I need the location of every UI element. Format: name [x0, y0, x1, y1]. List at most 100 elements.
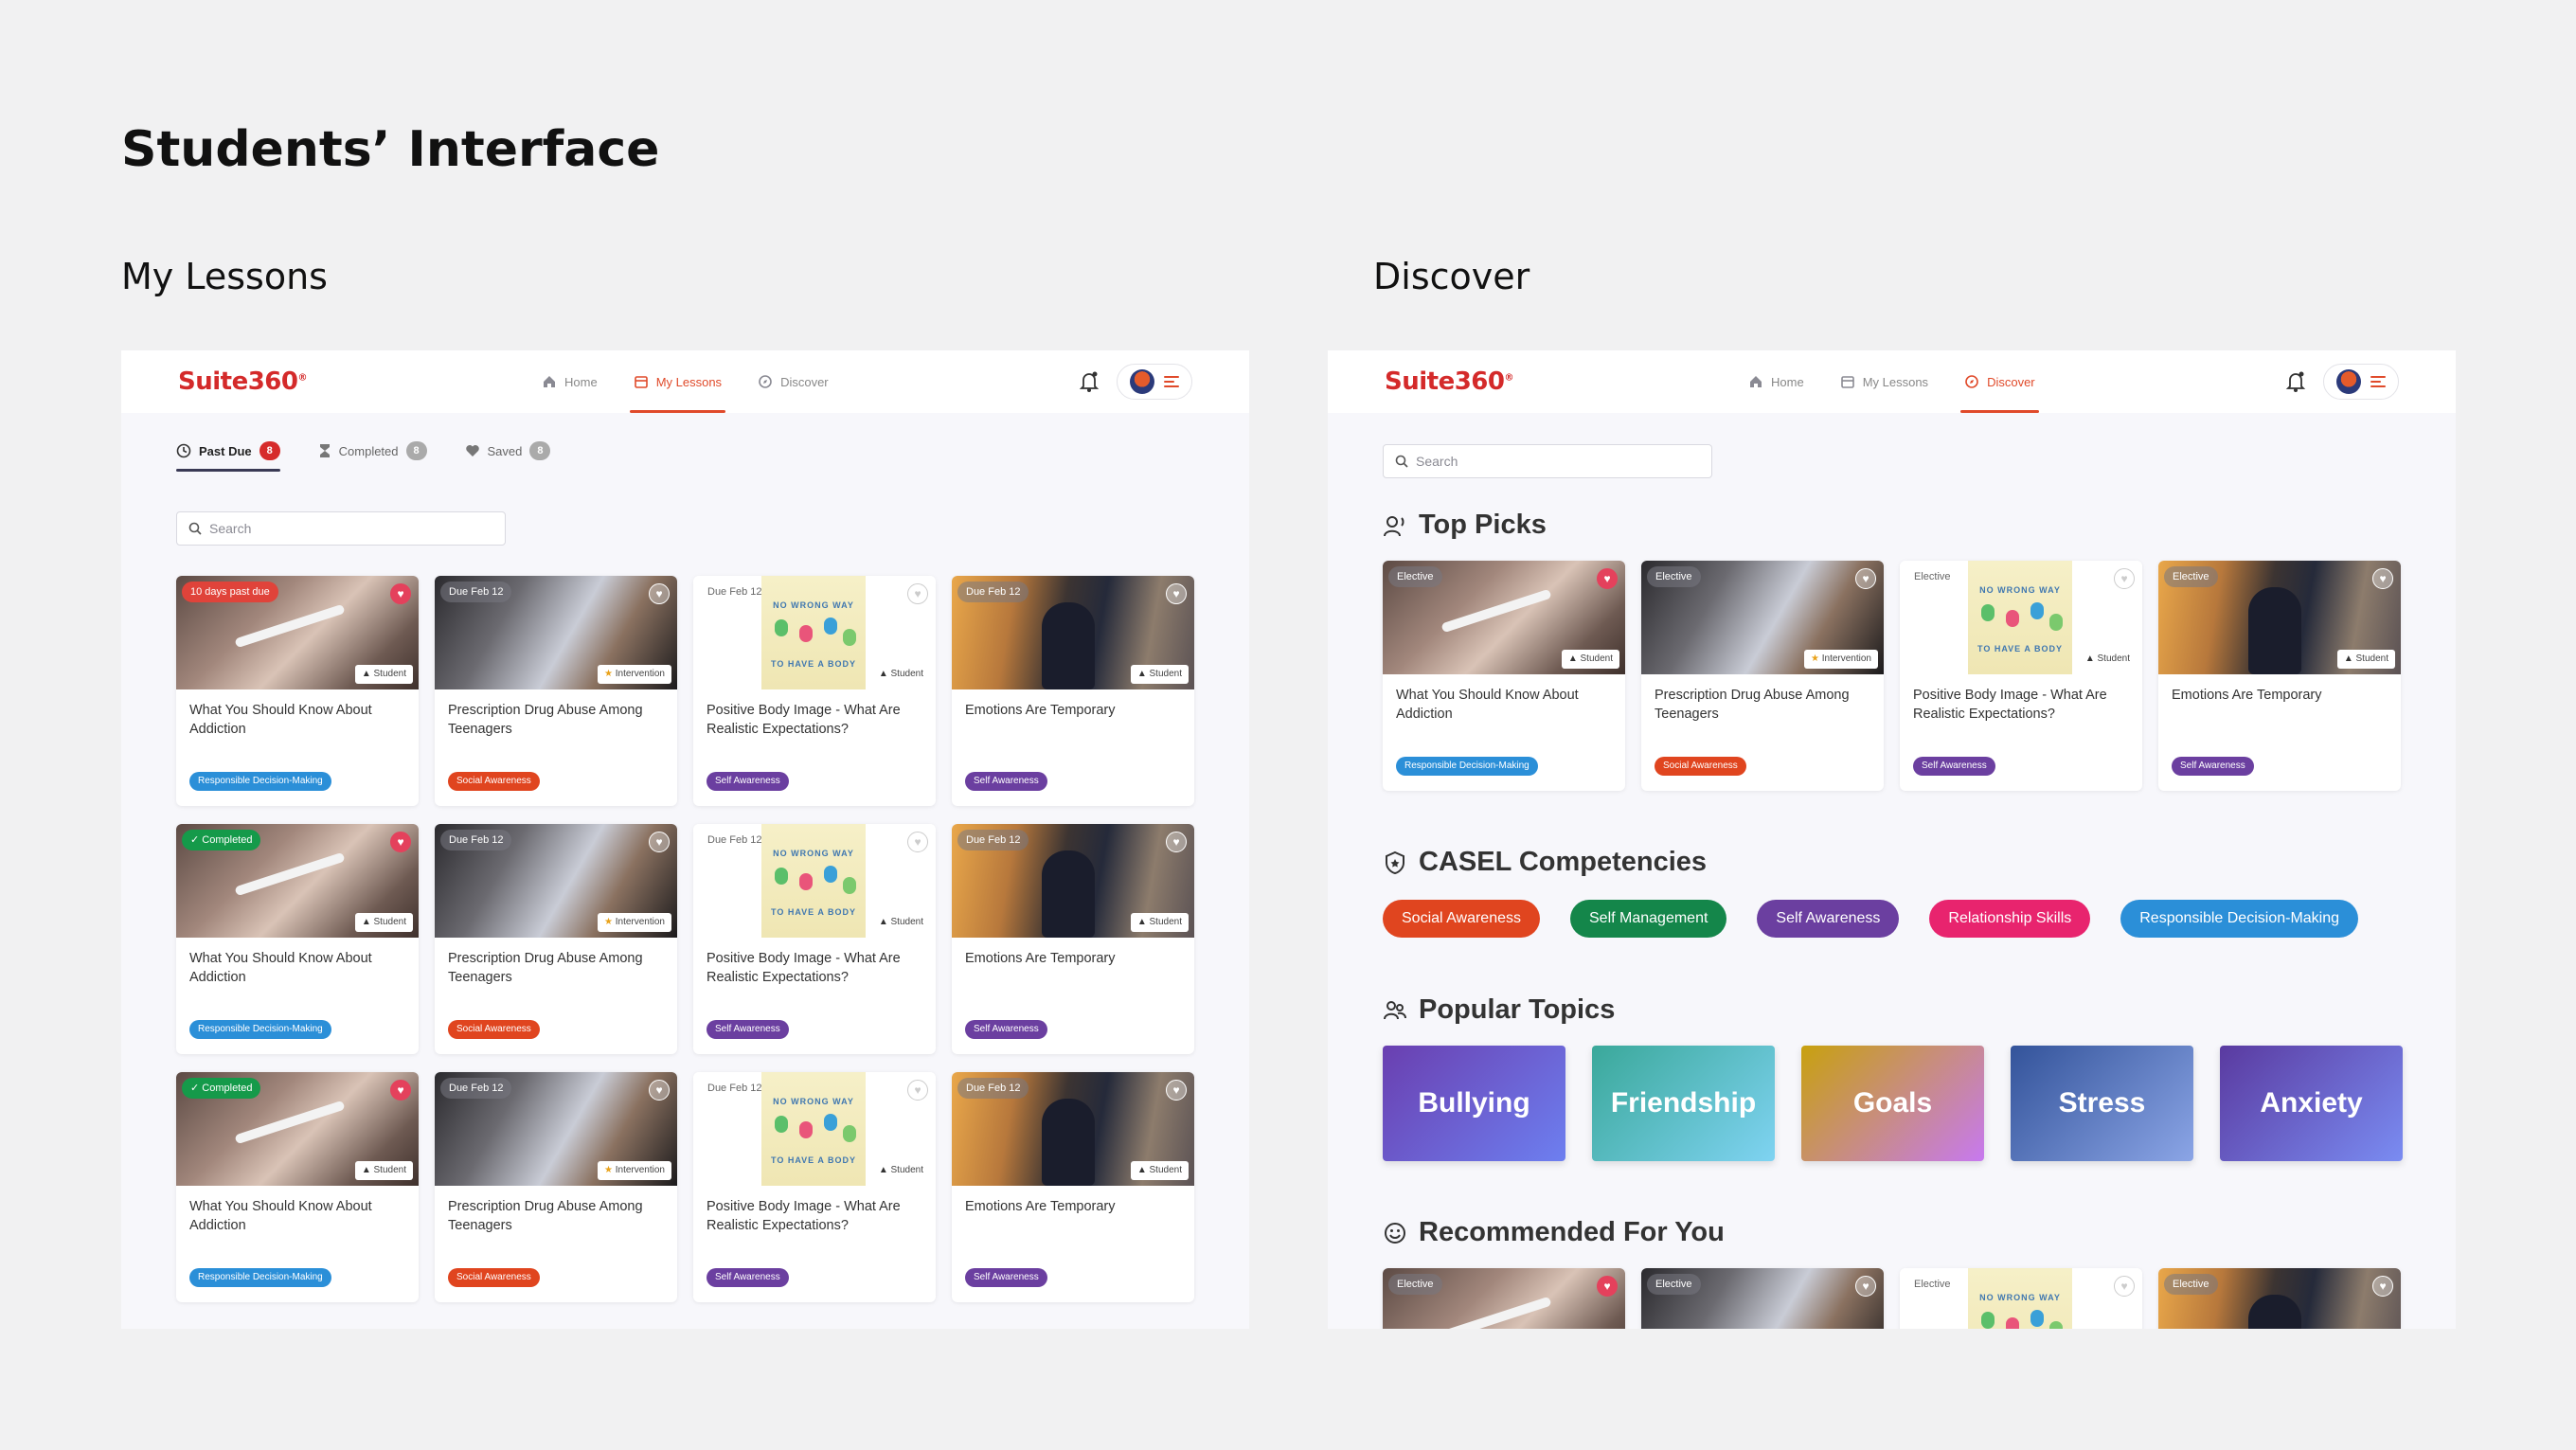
competency-button[interactable]: Responsible Decision-Making	[2120, 900, 2359, 938]
lesson-card[interactable]: Elective ♥	[1383, 1268, 1625, 1329]
favorite-heart-icon[interactable]: ♥	[1855, 1276, 1876, 1297]
lesson-card[interactable]: NO WRONG WAY TO HAVE A BODY Due Feb 12 ♥ ▲ S…	[693, 576, 936, 806]
lesson-card[interactable]: Elective ♥ ▲ Student Emotions Are Temporary…	[2158, 561, 2401, 791]
lesson-title[interactable]: Emotions Are Temporary	[965, 701, 1183, 720]
favorite-heart-icon[interactable]: ♥	[2114, 568, 2135, 589]
topic-tile[interactable]: Stress	[2011, 1046, 2193, 1161]
lesson-title[interactable]: What You Should Know About Addiction	[189, 701, 407, 739]
lesson-title[interactable]: Prescription Drug Abuse Among Teenagers	[1655, 686, 1872, 724]
lesson-type-chip: ★ Intervention	[597, 913, 671, 932]
nav-my-lessons[interactable]: My Lessons	[629, 350, 726, 413]
favorite-heart-icon[interactable]: ♥	[649, 1080, 670, 1101]
lesson-card[interactable]: NO WRONG WAY TO HAVE A BODY Elective ♥ ▲ Stu…	[1900, 561, 2142, 791]
lesson-title[interactable]: Emotions Are Temporary	[2172, 686, 2389, 705]
topic-tile[interactable]: Anxiety	[2220, 1046, 2403, 1161]
lesson-card[interactable]: Elective ♥	[1641, 1268, 1884, 1329]
logo[interactable]: Suite360®	[1385, 367, 1513, 396]
lesson-type-chip: ▲ Student	[2336, 650, 2395, 669]
lesson-title[interactable]: Prescription Drug Abuse Among Teenagers	[448, 1197, 666, 1235]
person-voice-icon	[1384, 515, 1404, 536]
favorite-heart-icon[interactable]: ♥	[1166, 832, 1187, 852]
profile-menu[interactable]	[1117, 364, 1192, 400]
search-input[interactable]: Search	[1383, 444, 1712, 478]
lesson-title[interactable]: Emotions Are Temporary	[965, 1197, 1183, 1216]
lesson-title[interactable]: Prescription Drug Abuse Among Teenagers	[448, 949, 666, 987]
lesson-title[interactable]: What You Should Know About Addiction	[1396, 686, 1614, 724]
lesson-card[interactable]: 10 days past due ♥ ▲ Student What You Shoul…	[176, 576, 419, 806]
favorite-heart-icon[interactable]: ♥	[1597, 1276, 1618, 1297]
bell-icon[interactable]	[2285, 370, 2306, 393]
lesson-title[interactable]: What You Should Know About Addiction	[189, 1197, 407, 1235]
competency-button[interactable]: Social Awareness	[1383, 900, 1540, 938]
competency-button[interactable]: Self Awareness	[1757, 900, 1900, 938]
lesson-title[interactable]: Positive Body Image - What Are Realistic…	[707, 949, 924, 987]
favorite-heart-icon[interactable]: ♥	[2114, 1276, 2135, 1297]
lesson-card[interactable]: ✓ Completed ♥ ▲ Student What You Should Kno…	[176, 1072, 419, 1302]
favorite-heart-icon[interactable]: ♥	[390, 1080, 411, 1101]
lesson-card[interactable]: NO WRONG WAY TO HAVE A BODY Due Feb 12 ♥ ▲ S…	[693, 1072, 936, 1302]
search-input[interactable]: Search	[176, 511, 506, 546]
competency-chip: Responsible Decision-Making	[189, 1268, 331, 1287]
profile-menu[interactable]	[2323, 364, 2399, 400]
competency-button[interactable]: Relationship Skills	[1929, 900, 2091, 938]
lesson-title[interactable]: Emotions Are Temporary	[965, 949, 1183, 968]
favorite-heart-icon[interactable]: ♥	[1855, 568, 1876, 589]
lesson-title[interactable]: What You Should Know About Addiction	[189, 949, 407, 987]
lesson-card[interactable]: NO WRONG WAYTO HAVE A BODY Elective ♥	[1900, 1268, 2142, 1329]
star-icon: ★	[603, 1165, 616, 1175]
lesson-card[interactable]: ✓ Completed ♥ ▲ Student What You Should Kno…	[176, 824, 419, 1054]
tab-completed[interactable]: Completed 8	[318, 441, 427, 472]
lesson-card[interactable]: Due Feb 12 ♥ ★ Intervention Prescription Dr…	[435, 576, 677, 806]
favorite-heart-icon[interactable]: ♥	[1597, 568, 1618, 589]
recommended-grid: Elective♥ Elective♥ NO WRONG WAYTO HAVE A …	[1383, 1268, 2401, 1329]
lesson-thumbnail: NO WRONG WAY TO HAVE A BODY Due Feb 12 ♥ ▲ S…	[693, 1072, 936, 1186]
lesson-card[interactable]: Due Feb 12 ♥ ▲ Student Emotions Are Tempora…	[952, 576, 1194, 806]
poster-text-top: NO WRONG WAY	[773, 1097, 854, 1106]
favorite-heart-icon[interactable]: ♥	[649, 583, 670, 604]
lesson-card[interactable]: NO WRONG WAY TO HAVE A BODY Due Feb 12 ♥ ▲ S…	[693, 824, 936, 1054]
lesson-title[interactable]: Positive Body Image - What Are Realistic…	[1913, 686, 2131, 724]
topic-tile[interactable]: Bullying	[1383, 1046, 1565, 1161]
lesson-title[interactable]: Positive Body Image - What Are Realistic…	[707, 1197, 924, 1235]
favorite-heart-icon[interactable]: ♥	[2372, 568, 2393, 589]
home-icon	[1750, 376, 1762, 387]
bell-icon[interactable]	[1079, 370, 1100, 393]
competency-chip: Self Awareness	[965, 1268, 1047, 1287]
favorite-heart-icon[interactable]: ♥	[907, 832, 928, 852]
favorite-heart-icon[interactable]: ♥	[390, 583, 411, 604]
topic-tile[interactable]: Goals	[1801, 1046, 1984, 1161]
lesson-card[interactable]: Due Feb 12 ♥ ★ Intervention Prescription Dr…	[435, 824, 677, 1054]
nav-home[interactable]: Home	[538, 350, 601, 413]
topic-tiles: Bullying Friendship Goals Stress Anxiety	[1383, 1046, 2403, 1161]
nav-my-lessons[interactable]: My Lessons	[1836, 350, 1932, 413]
favorite-heart-icon[interactable]: ♥	[2372, 1276, 2393, 1297]
nav-my-lessons-label: My Lessons	[655, 374, 723, 389]
lesson-card[interactable]: Due Feb 12 ♥ ★ Intervention Prescription Dr…	[435, 1072, 677, 1302]
lesson-card[interactable]: Elective ♥ ▲ Student What You Should Know A…	[1383, 561, 1625, 791]
saved-count-badge: 8	[529, 441, 551, 460]
nav-home-label: Home	[564, 374, 598, 389]
favorite-heart-icon[interactable]: ♥	[907, 1080, 928, 1101]
logo[interactable]: Suite360®	[178, 367, 307, 396]
compass-icon	[759, 375, 772, 388]
status-tag: Due Feb 12	[440, 582, 512, 602]
nav-home[interactable]: Home	[1744, 350, 1808, 413]
tab-saved[interactable]: Saved 8	[465, 441, 551, 472]
lesson-card[interactable]: Due Feb 12 ♥ ▲ Student Emotions Are Tempora…	[952, 824, 1194, 1054]
lesson-card[interactable]: Elective ♥ ★ Intervention Prescription Drug…	[1641, 561, 1884, 791]
lesson-card[interactable]: Elective ♥	[2158, 1268, 2401, 1329]
status-tag: Due Feb 12	[957, 582, 1029, 602]
favorite-heart-icon[interactable]: ♥	[1166, 583, 1187, 604]
lesson-card[interactable]: Due Feb 12 ♥ ▲ Student Emotions Are Tempora…	[952, 1072, 1194, 1302]
nav-discover[interactable]: Discover	[1960, 350, 2039, 413]
competency-button[interactable]: Self Management	[1570, 900, 1727, 938]
topic-tile[interactable]: Friendship	[1592, 1046, 1775, 1161]
favorite-heart-icon[interactable]: ♥	[1166, 1080, 1187, 1101]
favorite-heart-icon[interactable]: ♥	[390, 832, 411, 852]
nav-discover[interactable]: Discover	[754, 350, 832, 413]
favorite-heart-icon[interactable]: ♥	[907, 583, 928, 604]
lesson-title[interactable]: Positive Body Image - What Are Realistic…	[707, 701, 924, 739]
tab-past-due[interactable]: Past Due 8	[176, 441, 280, 472]
favorite-heart-icon[interactable]: ♥	[649, 832, 670, 852]
lesson-title[interactable]: Prescription Drug Abuse Among Teenagers	[448, 701, 666, 739]
